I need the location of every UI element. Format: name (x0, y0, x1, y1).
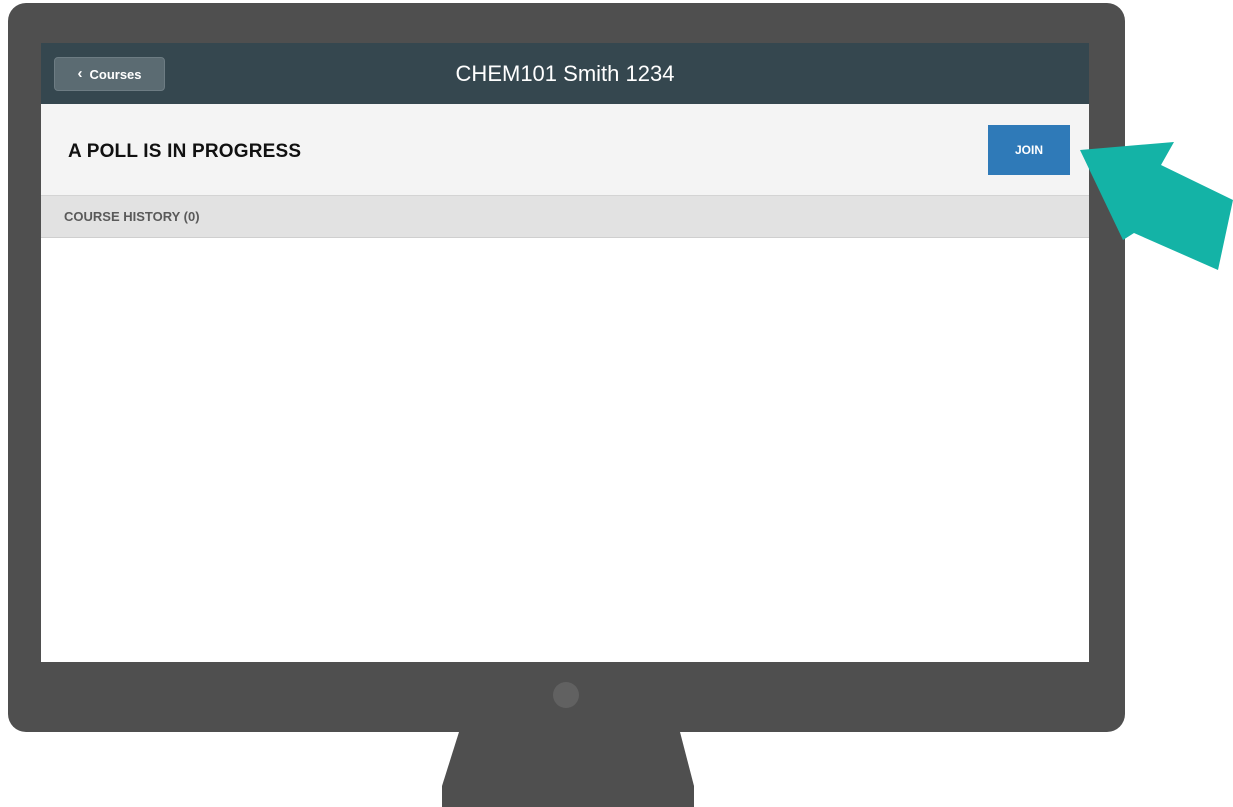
poll-status-text: A POLL IS IN PROGRESS (68, 141, 302, 162)
back-button-label: Courses (89, 66, 142, 82)
course-history-header[interactable]: COURSE HISTORY (0) (41, 196, 1089, 238)
back-to-courses-button[interactable]: ‹ Courses (54, 57, 165, 91)
arrow-pointer-icon (1080, 142, 1233, 270)
chevron-left-icon: ‹ (77, 64, 83, 82)
page-title: CHEM101 Smith 1234 (455, 61, 675, 86)
history-list (41, 238, 1089, 662)
join-button[interactable]: JOIN (988, 125, 1070, 175)
monitor-stand (442, 732, 694, 807)
camera-dot-icon (553, 682, 579, 708)
navbar: ‹ Courses CHEM101 Smith 1234 (41, 43, 1089, 104)
stage: ‹ Courses CHEM101 Smith 1234 A POLL IS I… (0, 0, 1233, 807)
app-screen: ‹ Courses CHEM101 Smith 1234 A POLL IS I… (41, 43, 1089, 662)
poll-banner: A POLL IS IN PROGRESS JOIN (41, 104, 1089, 196)
course-history-label: COURSE HISTORY (0) (64, 209, 200, 224)
